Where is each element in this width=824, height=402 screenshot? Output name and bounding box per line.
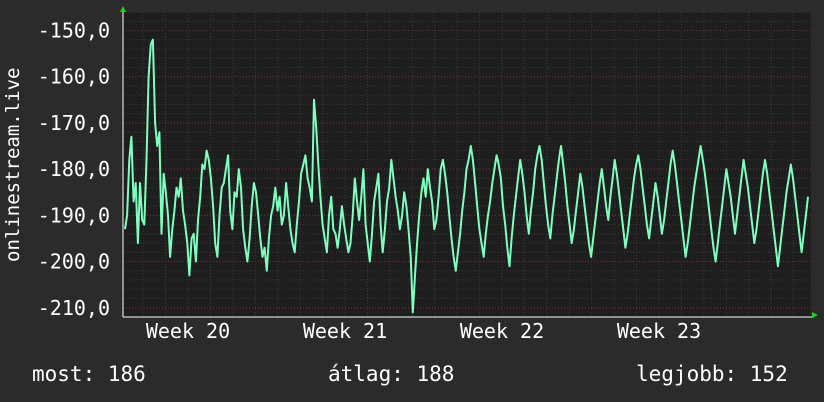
x-tick-label: Week 22	[460, 319, 544, 343]
best-value: legjobb: 152	[636, 362, 788, 386]
x-axis-arrow	[812, 312, 818, 318]
current-value: most: 186	[32, 362, 146, 386]
x-tick-labels: Week 20 Week 21 Week 22 Week 23	[146, 319, 701, 343]
average-value: átlag: 188	[328, 362, 455, 386]
x-tick-label: Week 23	[617, 319, 701, 343]
x-tick-label: Week 20	[146, 319, 230, 343]
x-tick-label: Week 21	[303, 319, 387, 343]
y-tick-label: -210,0	[38, 296, 110, 320]
y-axis-label: onlinestream.live	[2, 67, 24, 263]
y-axis-arrow	[120, 6, 126, 12]
y-tick-labels: -150,0 -160,0 -170,0 -180,0 -190,0 -200,0 -210…	[38, 18, 110, 319]
y-tick-label: -190,0	[38, 203, 110, 227]
y-tick-label: -150,0	[38, 18, 110, 42]
y-tick-label: -200,0	[38, 250, 110, 274]
y-tick-label: -160,0	[38, 65, 110, 89]
y-tick-label: -170,0	[38, 111, 110, 135]
y-tick-label: -180,0	[38, 157, 110, 181]
line-chart: -150,0 -160,0 -170,0 -180,0 -190,0 -200,0 -210…	[38, 6, 818, 343]
